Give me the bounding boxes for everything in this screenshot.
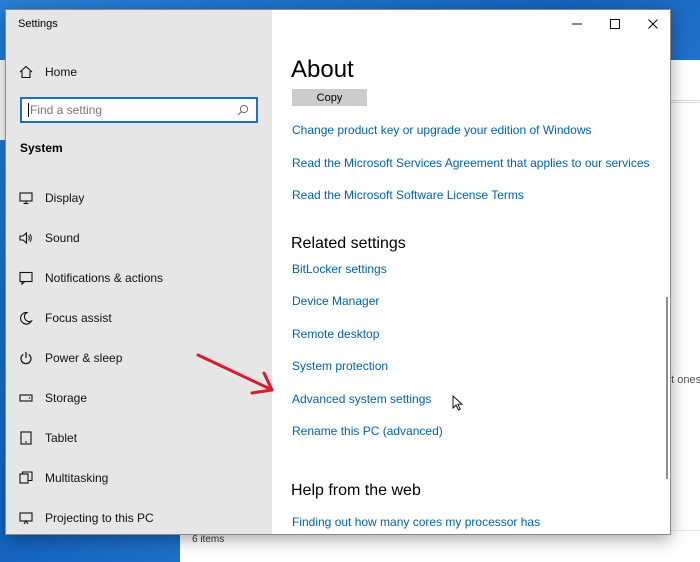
tablet-icon — [18, 430, 34, 446]
sidebar-item-label: Multitasking — [45, 471, 109, 485]
sidebar-item-label: Display — [45, 191, 85, 205]
system-protection-link[interactable]: System protection — [292, 359, 388, 373]
section-title: System — [20, 141, 63, 155]
annotation-arrow-icon — [196, 353, 274, 395]
projecting-icon — [18, 510, 34, 526]
power-icon — [18, 350, 34, 366]
search-input[interactable]: Find a setting — [20, 97, 258, 123]
device-manager-link[interactable]: Device Manager — [292, 294, 379, 308]
sidebar-item-notifications[interactable]: Notifications & actions — [6, 266, 272, 290]
sidebar-item-display[interactable]: Display — [6, 186, 272, 210]
change-product-key-link[interactable]: Change product key or upgrade your editi… — [292, 123, 592, 137]
advanced-system-settings-link[interactable]: Advanced system settings — [292, 392, 431, 406]
page-title: About — [291, 56, 354, 83]
rename-pc-link[interactable]: Rename this PC (advanced) — [292, 424, 443, 438]
scrollbar[interactable] — [666, 297, 668, 479]
home-icon — [18, 64, 34, 80]
sidebar-item-label: Projecting to this PC — [45, 511, 154, 525]
item-count: 6 items — [192, 534, 225, 545]
search-placeholder: Find a setting — [30, 103, 103, 117]
sidebar-item-label: Home — [45, 65, 78, 79]
related-settings-heading: Related settings — [291, 235, 406, 252]
search-icon — [236, 103, 250, 117]
window-title: Settings — [18, 18, 58, 30]
sidebar-item-focus-assist[interactable]: Focus assist — [6, 306, 272, 330]
sidebar-item-home[interactable]: Home — [6, 60, 272, 84]
sidebar-item-label: Tablet — [45, 431, 78, 445]
sidebar: Settings Home Find a setting System Disp… — [6, 10, 272, 534]
sidebar-item-multitasking[interactable]: Multitasking — [6, 466, 272, 490]
display-icon — [18, 190, 34, 206]
close-button[interactable] — [634, 10, 670, 38]
content-pane: About Copy Change product key or upgrade… — [272, 10, 670, 534]
remote-desktop-link[interactable]: Remote desktop — [292, 327, 379, 341]
sidebar-item-label: Notifications & actions — [45, 271, 164, 285]
close-icon — [648, 19, 658, 29]
maximize-icon — [610, 19, 620, 29]
sidebar-item-label: Focus assist — [45, 311, 112, 325]
copy-button[interactable]: Copy — [292, 89, 367, 106]
services-agreement-link[interactable]: Read the Microsoft Services Agreement th… — [292, 156, 650, 170]
focus-assist-icon — [18, 310, 34, 326]
license-terms-link[interactable]: Read the Microsoft Software License Term… — [292, 188, 524, 202]
minimize-icon — [572, 23, 582, 25]
settings-window: Settings Home Find a setting System Disp… — [5, 9, 671, 535]
text-caret — [28, 103, 29, 117]
sidebar-item-label: Storage — [45, 391, 88, 405]
minimize-button[interactable] — [558, 10, 596, 38]
maximize-button[interactable] — [596, 10, 634, 38]
storage-icon — [18, 390, 34, 406]
sidebar-item-sound[interactable]: Sound — [6, 226, 272, 250]
sidebar-item-label: Sound — [45, 231, 80, 245]
multitasking-icon — [18, 470, 34, 486]
sound-icon — [18, 230, 34, 246]
mouse-cursor-icon — [452, 395, 464, 411]
sidebar-item-label: Power & sleep — [45, 351, 123, 365]
sidebar-item-tablet[interactable]: Tablet — [6, 426, 272, 450]
help-heading: Help from the web — [291, 482, 421, 499]
processor-cores-link[interactable]: Finding out how many cores my processor … — [292, 515, 540, 529]
notifications-icon — [18, 270, 34, 286]
window-controls — [558, 10, 670, 38]
bitlocker-settings-link[interactable]: BitLocker settings — [292, 262, 387, 276]
sidebar-item-projecting[interactable]: Projecting to this PC — [6, 506, 272, 530]
